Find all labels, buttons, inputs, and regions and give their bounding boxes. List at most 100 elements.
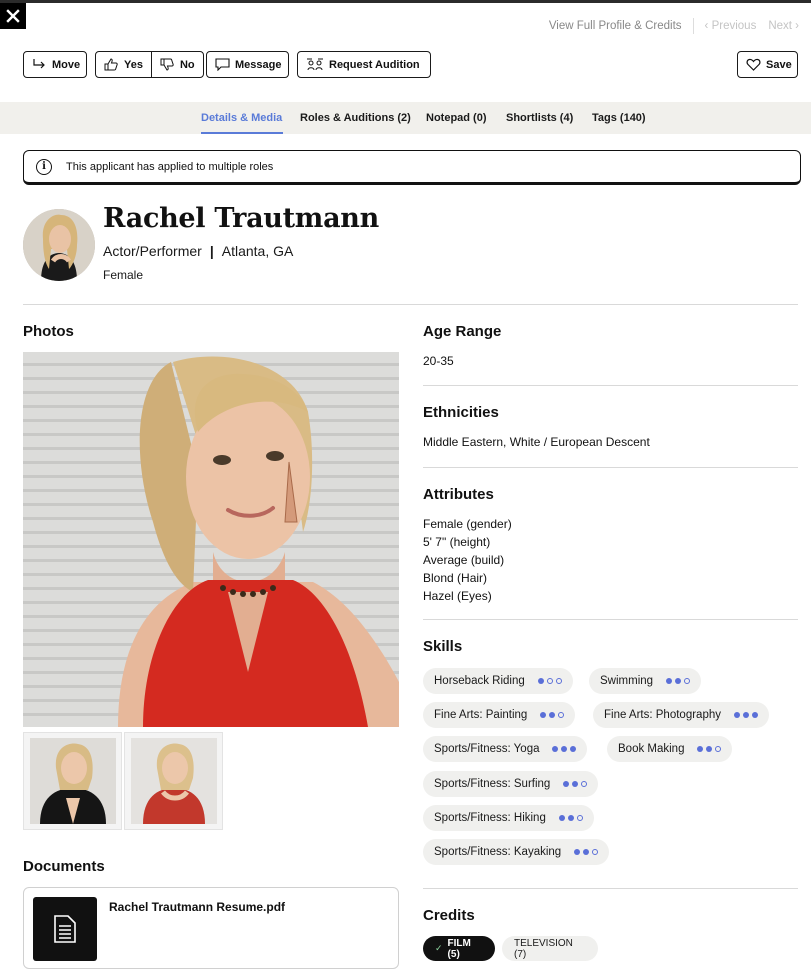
divider <box>423 619 798 620</box>
skill-label: Horseback Riding <box>434 675 525 687</box>
skill-label: Fine Arts: Photography <box>604 709 721 721</box>
skill-label: Sports/Fitness: Surfing <box>434 778 551 790</box>
attribute-item: Average (build) <box>423 553 505 567</box>
ethnicities-title: Ethnicities <box>423 404 499 421</box>
attribute-item: Blond (Hair) <box>423 571 488 585</box>
message-button[interactable]: Message <box>206 51 289 78</box>
skill-dot-filled <box>733 712 740 718</box>
divider <box>23 304 798 305</box>
avatar-portrait-image <box>23 209 95 281</box>
skill-dot-filled <box>675 678 682 684</box>
skill-dot-filled <box>570 746 577 752</box>
skill-level-dots <box>560 781 588 787</box>
yes-label: Yes <box>124 58 143 71</box>
attributes-title: Attributes <box>423 486 494 503</box>
multiple-roles-alert: i This applicant has applied to multiple… <box>23 150 801 185</box>
skill-label: Fine Arts: Painting <box>434 709 528 721</box>
skill-chip: Book Making <box>607 736 733 762</box>
photo-thumbnail[interactable] <box>23 732 122 830</box>
applicant-role: Actor/Performer <box>103 243 202 259</box>
close-button[interactable] <box>0 3 26 29</box>
checkmark-icon: ✓ <box>435 943 443 953</box>
attributes-list: Female (gender) 5' 7" (height) Average (… <box>423 515 512 605</box>
credits-title: Credits <box>423 907 475 924</box>
tab-roles-auditions[interactable]: Roles & Auditions (2) <box>300 112 411 124</box>
skill-dot-empty <box>684 678 691 684</box>
skill-dot-filled <box>561 746 568 752</box>
credits-tab-label: TELEVISION (7) <box>514 937 573 960</box>
headshot-image <box>23 352 399 727</box>
skill-level-dots <box>556 815 583 821</box>
yes-button[interactable]: Yes <box>96 52 151 77</box>
attribute-item: 5' 7" (height) <box>423 535 491 549</box>
tab-bar: Details & Media Roles & Auditions (2) No… <box>0 102 811 134</box>
yes-no-group: Yes No <box>95 51 204 78</box>
no-button[interactable]: No <box>150 52 203 77</box>
skill-dot-empty <box>576 815 583 821</box>
move-label: Move <box>52 58 81 71</box>
message-bubble-icon <box>215 58 230 71</box>
previous-link[interactable]: ‹ Previous <box>705 20 757 32</box>
top-border <box>0 0 811 3</box>
tab-shortlists[interactable]: Shortlists (4) <box>506 112 573 124</box>
documents-title: Documents <box>23 858 105 875</box>
heart-icon <box>746 58 761 71</box>
skill-dot-filled <box>706 746 713 752</box>
credits-tab-film[interactable]: ✓ FILM (5) <box>423 936 495 961</box>
photo-thumbnail[interactable] <box>124 732 223 830</box>
tab-details-media[interactable]: Details & Media <box>201 112 282 124</box>
skill-dot-filled <box>583 849 590 855</box>
skill-dot-empty <box>592 849 599 855</box>
skill-level-dots <box>663 678 691 684</box>
ethnicities-value: Middle Eastern, White / European Descent <box>423 435 650 449</box>
separator: | <box>209 243 214 259</box>
skill-chip: Swimming <box>589 668 702 694</box>
skill-label: Book Making <box>618 743 685 755</box>
skill-chip: Horseback Riding <box>423 668 573 694</box>
tab-tags[interactable]: Tags (140) <box>592 112 646 124</box>
skill-dot-filled <box>563 781 570 787</box>
alert-text: This applicant has applied to multiple r… <box>66 160 274 173</box>
move-arrow-icon <box>33 59 45 69</box>
tab-notepad[interactable]: Notepad (0) <box>426 112 487 124</box>
skill-label: Sports/Fitness: Kayaking <box>434 846 562 858</box>
age-range-value: 20-35 <box>423 354 454 368</box>
save-button[interactable]: Save <box>737 51 798 78</box>
attribute-item: Hazel (Eyes) <box>423 589 492 603</box>
skill-label: Sports/Fitness: Hiking <box>434 812 546 824</box>
view-full-profile-link[interactable]: View Full Profile & Credits <box>549 20 682 32</box>
skill-dot-filled <box>540 712 547 718</box>
save-label: Save <box>766 58 792 71</box>
skill-level-dots <box>694 746 722 752</box>
skill-chip: Sports/Fitness: Yoga <box>423 736 588 762</box>
skill-dot-filled <box>751 712 758 718</box>
credits-tab-television[interactable]: TELEVISION (7) <box>502 936 598 961</box>
skills-title: Skills <box>423 638 463 655</box>
next-link[interactable]: Next › <box>768 20 799 32</box>
document-icon <box>33 897 97 961</box>
divider <box>423 467 798 468</box>
skill-dot-empty <box>546 678 553 684</box>
request-audition-button[interactable]: Request Audition <box>297 51 431 78</box>
profile-navigation: View Full Profile & Credits ‹ Previous N… <box>549 18 799 34</box>
skill-dot-filled <box>558 815 565 821</box>
skill-dot-filled <box>742 712 749 718</box>
main-photo[interactable] <box>23 352 399 727</box>
skill-dot-empty <box>715 746 722 752</box>
age-range-title: Age Range <box>423 323 502 340</box>
skill-level-dots <box>535 678 562 684</box>
skill-label: Swimming <box>600 675 654 687</box>
close-icon <box>6 9 20 23</box>
attribute-item: Female (gender) <box>423 517 512 531</box>
skill-level-dots <box>731 712 758 718</box>
skill-dot-filled <box>666 678 673 684</box>
document-filename: Rachel Trautmann Resume.pdf <box>109 900 286 914</box>
thumbs-down-icon <box>160 58 174 71</box>
move-button[interactable]: Move <box>23 51 87 78</box>
skill-dot-filled <box>697 746 704 752</box>
credits-tab-label: FILM (5) <box>447 937 471 960</box>
divider <box>692 18 694 34</box>
applicant-gender: Female <box>103 268 144 282</box>
skill-chip: Sports/Fitness: Surfing <box>423 771 599 797</box>
document-card[interactable]: Rachel Trautmann Resume.pdf <box>23 887 399 969</box>
